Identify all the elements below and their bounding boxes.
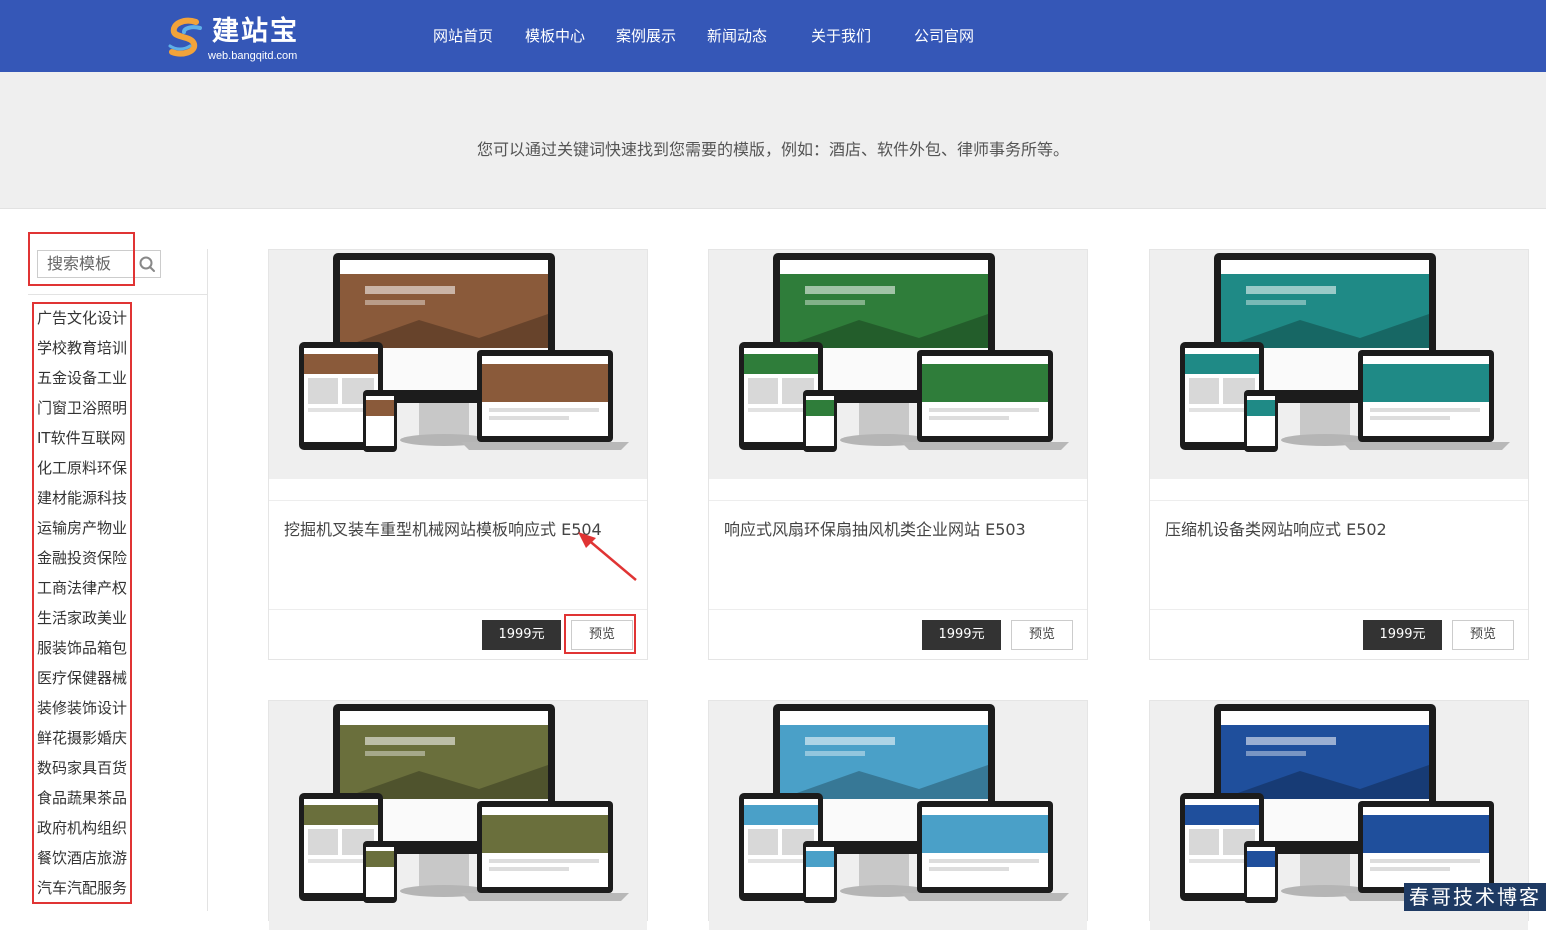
search-hint-banner: 您可以通过关键词快速找到您需要的模版，例如：酒店、软件外包、律师事务所等。	[0, 72, 1546, 209]
watermark: 春哥技术博客	[1404, 883, 1546, 911]
nav-home[interactable]: 网站首页	[433, 0, 493, 72]
category-item[interactable]: 运输房产物业	[37, 515, 132, 545]
template-preview-image[interactable]	[269, 701, 647, 930]
category-item[interactable]: 医疗保健器械	[37, 665, 132, 695]
category-item[interactable]: IT软件互联网	[37, 425, 132, 455]
category-item[interactable]: 餐饮酒店旅游	[37, 845, 132, 875]
template-card[interactable]	[268, 700, 648, 930]
category-item[interactable]: 金融投资保险	[37, 545, 132, 575]
category-item[interactable]: 门窗卫浴照明	[37, 395, 132, 425]
nav-cases[interactable]: 案例展示	[616, 0, 676, 72]
category-item[interactable]: 五金设备工业	[37, 365, 132, 395]
price-button[interactable]: 1999元	[1363, 620, 1442, 650]
card-divider	[709, 500, 1087, 501]
category-item[interactable]: 政府机构组织	[37, 815, 132, 845]
category-item[interactable]: 化工原料环保	[37, 455, 132, 485]
template-title[interactable]: 挖掘机叉装车重型机械网站模板响应式 E504	[284, 516, 602, 540]
template-preview-image[interactable]	[269, 250, 647, 479]
template-preview-image[interactable]	[709, 250, 1087, 479]
category-list: 广告文化设计 学校教育培训 五金设备工业 门窗卫浴照明 IT软件互联网 化工原料…	[37, 305, 132, 905]
template-card[interactable]	[708, 700, 1088, 930]
logo-subtitle: web.bangqitd.com	[208, 50, 298, 62]
nav-news[interactable]: 新闻动态	[707, 0, 767, 72]
category-item[interactable]: 数码家具百货	[37, 755, 132, 785]
arrow-annotation-icon	[578, 532, 637, 581]
category-item[interactable]: 鲜花摄影婚庆	[37, 725, 132, 755]
template-title[interactable]: 压缩机设备类网站响应式 E502	[1165, 516, 1387, 540]
category-item[interactable]: 广告文化设计	[37, 305, 132, 335]
site-logo[interactable]: 建站宝 web.bangqitd.com	[166, 14, 316, 64]
template-preview-image[interactable]	[709, 701, 1087, 930]
search-button[interactable]	[133, 250, 161, 278]
nav-templates[interactable]: 模板中心	[525, 0, 585, 72]
card-divider	[269, 500, 647, 501]
logo-mark-icon	[168, 17, 202, 57]
search-input[interactable]: 搜索模板	[37, 250, 133, 278]
category-item[interactable]: 建材能源科技	[37, 485, 132, 515]
top-navbar: 建站宝 web.bangqitd.com 网站首页 模板中心 案例展示 新闻动态…	[0, 0, 1546, 72]
nav-official-site[interactable]: 公司官网	[914, 0, 974, 72]
category-item[interactable]: 学校教育培训	[37, 335, 132, 365]
price-button[interactable]: 1999元	[482, 620, 561, 650]
preview-button[interactable]: 预览	[571, 620, 633, 650]
category-item[interactable]: 生活家政美业	[37, 605, 132, 635]
category-item[interactable]: 装修装饰设计	[37, 695, 132, 725]
nav-about[interactable]: 关于我们	[811, 0, 871, 72]
category-item[interactable]: 食品蔬果茶品	[37, 785, 132, 815]
template-card[interactable]: 响应式风扇环保扇抽风机类企业网站 E503 1999元 预览	[708, 249, 1088, 660]
price-button[interactable]: 1999元	[922, 620, 1001, 650]
card-divider	[269, 609, 647, 610]
preview-button[interactable]: 预览	[1452, 620, 1514, 650]
preview-button[interactable]: 预览	[1011, 620, 1073, 650]
logo-title: 建站宝	[212, 16, 299, 47]
sidebar-divider-line	[28, 294, 207, 295]
template-title[interactable]: 响应式风扇环保扇抽风机类企业网站 E503	[724, 516, 1026, 540]
template-card[interactable]: 挖掘机叉装车重型机械网站模板响应式 E504 1999元 预览	[268, 249, 648, 660]
template-card[interactable]: 压缩机设备类网站响应式 E502 1999元 预览	[1149, 249, 1529, 660]
search-icon	[139, 256, 155, 272]
category-item[interactable]: 服装饰品箱包	[37, 635, 132, 665]
category-item[interactable]: 工商法律产权	[37, 575, 132, 605]
template-preview-image[interactable]	[1150, 250, 1528, 479]
card-divider	[709, 609, 1087, 610]
sidebar-vertical-divider	[207, 249, 208, 911]
card-divider	[1150, 609, 1528, 610]
banner-text: 您可以通过关键词快速找到您需要的模版，例如：酒店、软件外包、律师事务所等。	[476, 140, 1069, 159]
category-item[interactable]: 汽车汽配服务	[37, 875, 132, 905]
card-divider	[1150, 500, 1528, 501]
